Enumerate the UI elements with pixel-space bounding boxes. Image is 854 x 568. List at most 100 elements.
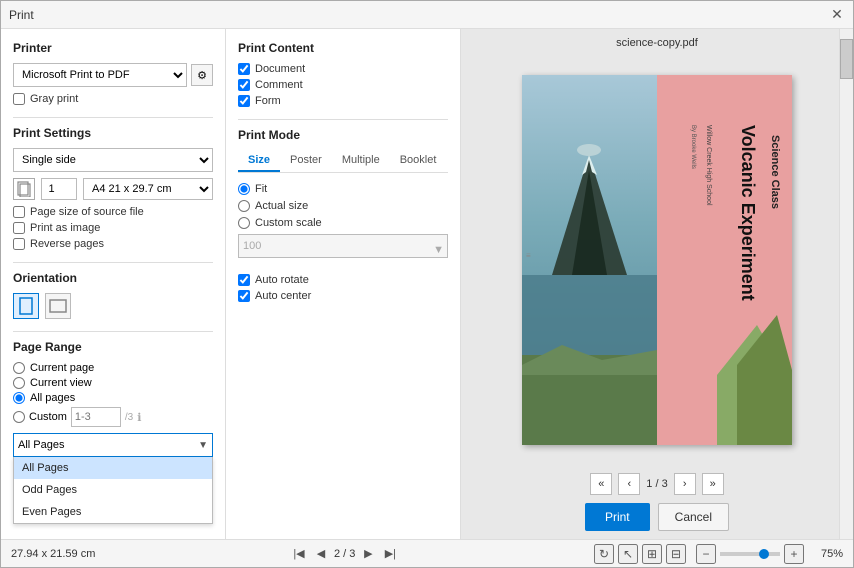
settings-section-title: Print Settings — [13, 126, 213, 140]
rotate-tool-button[interactable]: ↻ — [594, 544, 614, 564]
zoom-slider[interactable] — [720, 552, 780, 556]
current-page-radio[interactable] — [13, 362, 25, 374]
close-button[interactable]: ✕ — [829, 7, 845, 23]
tab-poster[interactable]: Poster — [280, 150, 332, 172]
auto-rotate-checkbox[interactable] — [238, 274, 250, 286]
status-tools: ↻ ↖ ⊞ ⊟ — [594, 544, 686, 564]
scale-input[interactable] — [238, 234, 448, 258]
preview-page: ≡ Science Class Volcanic Experiment Will… — [522, 75, 792, 445]
custom-range-input[interactable] — [71, 407, 121, 427]
fit-width-button[interactable]: ⊞ — [642, 544, 662, 564]
cursor-tool-button[interactable]: ↖ — [618, 544, 638, 564]
side-select[interactable]: Single side — [13, 148, 213, 172]
print-as-image-checkbox[interactable] — [13, 222, 25, 234]
page-range-section: Page Range Current page Current view All… — [13, 340, 213, 457]
dropdown-odd-pages[interactable]: Odd Pages — [14, 479, 212, 501]
dropdown-value: All Pages — [18, 439, 64, 451]
printer-settings-button[interactable]: ⚙ — [191, 64, 213, 86]
tab-multiple[interactable]: Multiple — [332, 150, 390, 172]
comment-label: Comment — [255, 79, 303, 91]
status-last-page-button[interactable]: ▶| — [381, 545, 399, 563]
current-page-row: Current page — [13, 362, 213, 374]
scrollbar-thumb[interactable] — [840, 39, 853, 79]
current-view-radio[interactable] — [13, 377, 25, 389]
custom-row: Custom /3 ℹ — [13, 407, 213, 427]
copies-row: A4 21 x 29.7 cm — [13, 178, 213, 200]
page-size-label: Page size of source file — [30, 206, 144, 218]
landscape-button[interactable] — [45, 293, 71, 319]
status-prev-page-button[interactable]: ◀ — [312, 545, 330, 563]
document-row: Document — [238, 63, 448, 75]
pages-dropdown[interactable]: All Pages ▼ — [13, 433, 213, 457]
all-pages-radio[interactable] — [13, 392, 25, 404]
fit-row: Fit — [238, 183, 448, 195]
custom-info-icon: ℹ — [137, 411, 141, 424]
status-first-page-button[interactable]: |◀ — [290, 545, 308, 563]
auto-center-row: Auto center — [238, 290, 448, 302]
auto-center-checkbox[interactable] — [238, 290, 250, 302]
copies-input[interactable] — [41, 178, 77, 200]
tab-size[interactable]: Size — [238, 150, 280, 172]
pages-dropdown-container: All Pages ▼ All Pages Odd Pages Even Pag… — [13, 433, 213, 457]
next-page-button[interactable]: › — [674, 473, 696, 495]
page-icon — [13, 178, 35, 200]
main-content: Printer Microsoft Print to PDF ⚙ Gray pr… — [1, 29, 853, 539]
document-checkbox[interactable] — [238, 63, 250, 75]
paper-select[interactable]: A4 21 x 29.7 cm — [83, 178, 213, 200]
page-range-title: Page Range — [13, 340, 213, 354]
form-checkbox[interactable] — [238, 95, 250, 107]
preview-cover-side: Science Class Volcanic Experiment Willow… — [657, 75, 792, 445]
zoom-out-button[interactable]: − — [696, 544, 716, 564]
svg-text:Volcanic Experiment: Volcanic Experiment — [738, 125, 758, 301]
reverse-pages-row: Reverse pages — [13, 238, 213, 250]
dropdown-even-pages[interactable]: Even Pages — [14, 501, 212, 523]
auto-rotate-label: Auto rotate — [255, 274, 309, 286]
comment-row: Comment — [238, 79, 448, 91]
prev-page-button[interactable]: ‹ — [618, 473, 640, 495]
gray-print-label: Gray print — [30, 93, 78, 105]
dropdown-list: All Pages Odd Pages Even Pages — [13, 457, 213, 524]
preview-area: ≡ Science Class Volcanic Experiment Will… — [469, 55, 845, 465]
svg-text:By Brooke Wells: By Brooke Wells — [690, 125, 696, 169]
document-label: Document — [255, 63, 305, 75]
status-next-page-button[interactable]: ▶ — [359, 545, 377, 563]
page-navigation: « ‹ 1 / 3 › » — [590, 473, 723, 495]
zoom-slider-thumb[interactable] — [759, 549, 769, 559]
print-content-title: Print Content — [238, 41, 448, 55]
left-panel: Printer Microsoft Print to PDF ⚙ Gray pr… — [1, 29, 226, 539]
page-size-checkbox[interactable] — [13, 206, 25, 218]
gray-print-row: Gray print — [13, 93, 213, 105]
status-bar: 27.94 x 21.59 cm |◀ ◀ 2 / 3 ▶ ▶| ↻ ↖ ⊞ ⊟… — [1, 539, 853, 567]
scrollbar[interactable] — [839, 29, 853, 539]
current-page-label: Current page — [30, 362, 94, 374]
zoom-level: 75% — [808, 548, 843, 560]
orientation-title: Orientation — [13, 271, 213, 285]
print-mode-section: Print Mode Size Poster Multiple Booklet … — [238, 128, 448, 302]
reverse-pages-label: Reverse pages — [30, 238, 104, 250]
action-row: Print Cancel — [585, 503, 729, 531]
print-content-section: Print Content Document Comment Form — [238, 41, 448, 107]
title-bar: Print ✕ — [1, 1, 853, 29]
last-page-button[interactable]: » — [702, 473, 724, 495]
dropdown-all-pages[interactable]: All Pages — [14, 457, 212, 479]
print-button[interactable]: Print — [585, 503, 650, 531]
printer-select[interactable]: Microsoft Print to PDF — [13, 63, 187, 87]
cancel-button[interactable]: Cancel — [658, 503, 729, 531]
status-page-display: 2 / 3 — [334, 548, 355, 560]
zoom-in-button[interactable]: + — [784, 544, 804, 564]
page-indicator: 1 / 3 — [646, 478, 667, 490]
custom-scale-radio[interactable] — [238, 217, 250, 229]
custom-radio[interactable] — [13, 411, 25, 423]
reverse-pages-checkbox[interactable] — [13, 238, 25, 250]
comment-checkbox[interactable] — [238, 79, 250, 91]
svg-text:Science Class: Science Class — [769, 135, 781, 209]
fit-radio[interactable] — [238, 183, 250, 195]
actual-size-radio[interactable] — [238, 200, 250, 212]
first-page-button[interactable]: « — [590, 473, 612, 495]
svg-text:Willow Creek High School: Willow Creek High School — [705, 125, 712, 206]
tab-booklet[interactable]: Booklet — [390, 150, 447, 172]
auto-center-label: Auto center — [255, 290, 311, 302]
gray-print-checkbox[interactable] — [13, 93, 25, 105]
portrait-button[interactable] — [13, 293, 39, 319]
fit-page-button[interactable]: ⊟ — [666, 544, 686, 564]
